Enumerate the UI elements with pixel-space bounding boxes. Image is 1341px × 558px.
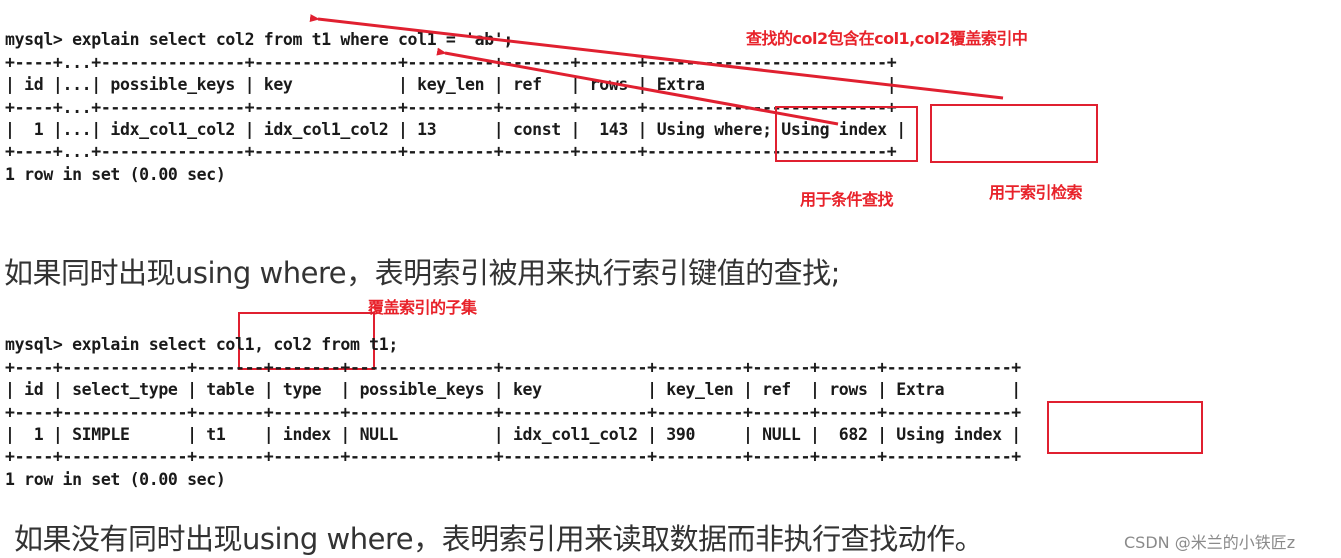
covering-index-subset-note: 覆盖索引的子集	[368, 298, 477, 317]
explanation-paragraph-2: 如果没有同时出现using where，表明索引用来读取数据而非执行查找动作。	[14, 522, 984, 556]
query1-header-row: | id |...| possible_keys | key | key_len…	[5, 75, 897, 94]
query2-prompt: mysql> explain select col1, col2 from t1…	[5, 335, 398, 354]
query2-border-mid: +----+-------------+-------+-------+----…	[5, 403, 1021, 422]
query1-data-row: | 1 |...| idx_col1_col2 | idx_col1_col2 …	[5, 120, 906, 139]
query1-prompt: mysql> explain select col2 from t1 where…	[5, 30, 513, 49]
using-where-note: 用于条件查找	[800, 190, 894, 209]
query2-border-top: +----+-------------+-------+-------+----…	[5, 358, 1021, 377]
query1-border-bottom: +----+...+---------------+--------------…	[5, 142, 897, 161]
query1-border-top: +----+...+---------------+--------------…	[5, 53, 897, 72]
query2-data-row: | 1 | SIMPLE | t1 | index | NULL | idx_c…	[5, 425, 1021, 444]
covering-index-note: 查找的col2包含在col1,col2覆盖索引中	[746, 29, 1028, 48]
query1-footer: 1 row in set (0.00 sec)	[5, 165, 226, 184]
query2-footer: 1 row in set (0.00 sec)	[5, 470, 226, 489]
csdn-watermark: CSDN @米兰的小铁匠z	[1124, 533, 1296, 552]
query2-using-index-highlight-box	[1047, 401, 1203, 454]
using-where-highlight-box	[775, 106, 918, 162]
using-index-highlight-box	[930, 104, 1098, 163]
query2-border-bottom: +----+-------------+-------+-------+----…	[5, 447, 1021, 466]
using-index-note: 用于索引检索	[989, 183, 1083, 202]
explanation-paragraph-1: 如果同时出现using where，表明索引被用来执行索引键值的查找;	[4, 256, 840, 290]
query1-border-mid: +----+...+---------------+--------------…	[5, 98, 897, 117]
query2-header-row: | id | select_type | table | type | poss…	[5, 380, 1021, 399]
